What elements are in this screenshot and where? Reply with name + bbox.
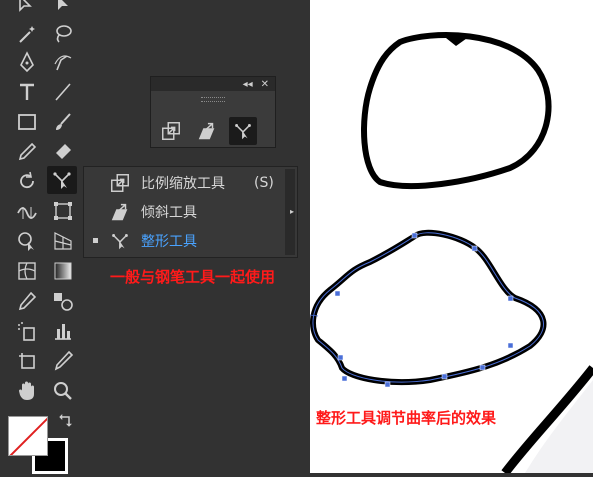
symbol-sprayer-tool-icon[interactable] [12,317,42,345]
eraser-tool-icon[interactable] [48,138,78,166]
rectangle-tool-icon[interactable] [12,108,42,136]
magic-wand-tool-icon[interactable] [12,20,42,48]
drag-grip[interactable] [201,97,225,102]
gradient-tool-icon[interactable] [48,257,78,285]
artboard-canvas[interactable] [291,0,593,476]
flyout-item-scale[interactable]: 比例缩放工具 (S) [84,168,284,197]
reshaped-shape [310,229,547,386]
reshape-tool-icon[interactable] [47,166,77,194]
flyout-item-shear[interactable]: 倾斜工具 [84,197,284,226]
shape-builder-tool-icon[interactable] [12,227,42,255]
collapse-icon[interactable]: ◂◂ [243,79,253,90]
rotate-tool-icon[interactable] [12,167,42,195]
reshape-tool-flyout[interactable]: 比例缩放工具 (S) 倾斜工具 整形工具 ▸ [83,166,298,258]
group-selection-tool-icon[interactable] [48,0,78,18]
annotation-use-with-pen: 一般与钢笔工具一起使用 [110,268,276,286]
width-tool-icon[interactable] [12,197,42,225]
original-shape [361,32,552,189]
flyout-item-reshape[interactable]: 整形工具 [84,226,284,255]
slice-tool-icon[interactable] [48,347,78,375]
reshape-tool-icon[interactable] [229,117,257,145]
perspective-grid-tool-icon[interactable] [48,227,78,255]
eyedropper-tool-icon[interactable] [12,287,42,315]
free-transform-tool-icon[interactable] [48,197,78,225]
current-tool-bullet [93,238,98,243]
pen-tool-icon[interactable] [12,48,42,76]
type-tool-icon[interactable] [12,78,42,106]
mesh-tool-icon[interactable] [12,257,42,285]
close-icon[interactable]: ✕ [261,79,269,90]
shear-tool-icon[interactable] [193,117,221,145]
swap-colors-icon[interactable] [56,410,76,430]
annotation-effect: 整形工具调节曲率后的效果 [316,409,497,427]
column-graph-tool-icon[interactable] [48,317,78,345]
flyout-item-label: 整形工具 [141,233,197,250]
pencil-tool-icon[interactable] [12,138,42,166]
flyout-item-label: 比例缩放工具 [141,175,225,192]
hand-tool-icon[interactable] [12,377,42,405]
expand-arrow-icon[interactable]: ▸ [290,207,294,216]
panel-header: ◂◂ ✕ [151,77,275,91]
scale-tool-icon[interactable] [157,117,185,145]
line-segment-tool-icon[interactable] [48,78,78,106]
canvas-artwork [291,32,593,476]
blend-tool-icon[interactable] [48,287,78,315]
zoom-tool-icon[interactable] [48,377,78,405]
paintbrush-tool-icon[interactable] [48,108,78,136]
scale-tool-icon [108,171,132,195]
lasso-tool-icon[interactable] [48,20,78,48]
flyout-item-label: 倾斜工具 [141,204,197,221]
tearoff-tool-panel[interactable]: ◂◂ ✕ [150,76,276,148]
curvature-tool-icon[interactable] [48,48,78,76]
fill-swatch[interactable] [8,416,48,456]
flyout-item-shortcut: (S) [254,174,274,191]
tools-panel [0,0,93,474]
direct-selection-tool-icon[interactable] [10,0,40,18]
reshape-tool-icon [108,229,132,253]
artboard-tool-icon[interactable] [12,347,42,375]
shear-tool-icon [108,200,132,224]
